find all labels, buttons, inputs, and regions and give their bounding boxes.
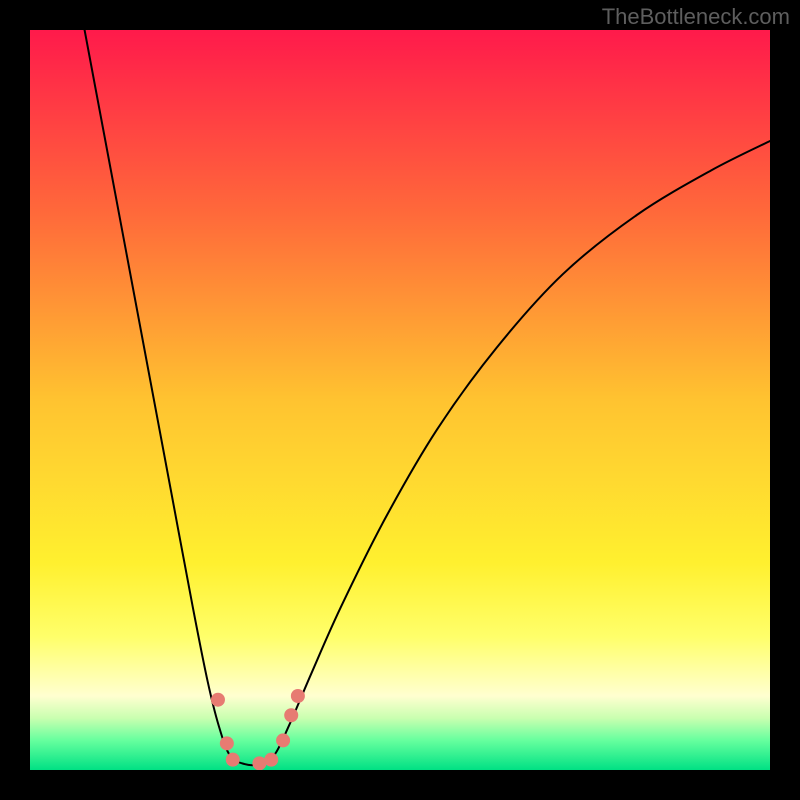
data-marker [252,756,266,770]
bottleneck-chart [30,30,770,770]
data-marker [276,733,290,747]
watermark-text: TheBottleneck.com [602,4,790,30]
data-marker [264,753,278,767]
gradient-background [30,30,770,770]
data-marker [291,689,305,703]
data-marker [211,693,225,707]
data-marker [220,736,234,750]
data-marker [284,708,298,722]
data-marker [226,753,240,767]
chart-stage: TheBottleneck.com [0,0,800,800]
plot-area [30,30,770,770]
